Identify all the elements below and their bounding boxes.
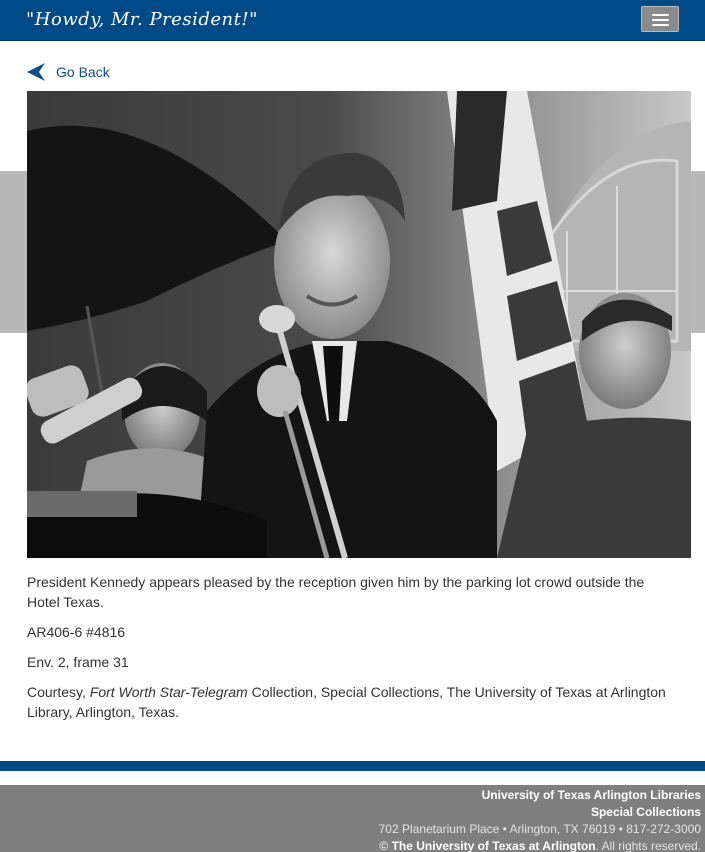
site-title[interactable]: "Howdy, Mr. President!" xyxy=(26,9,258,30)
hamburger-menu-icon-bar-2 xyxy=(652,19,669,21)
courtesy-collection-name: Fort Worth Star-Telegram xyxy=(89,684,248,700)
envelope-frame: Env. 2, frame 31 xyxy=(27,654,129,670)
footer-department: Special Collections xyxy=(590,805,701,819)
courtesy-prefix: Courtesy, xyxy=(27,684,90,700)
photo-caption: President Kennedy appears pleased by the… xyxy=(27,572,677,732)
go-back-link[interactable]: Go Back xyxy=(27,62,110,82)
footer-divider xyxy=(0,761,705,771)
hamburger-menu-button[interactable] xyxy=(641,6,679,32)
go-back-label: Go Back xyxy=(56,64,110,80)
footer-rights: . All rights reserved. xyxy=(595,839,701,852)
slider-edge-left xyxy=(0,171,28,333)
footer-copyright: © The University of Texas at Arlington. … xyxy=(0,838,701,852)
courtesy-credit: Courtesy, Fort Worth Star-Telegram Colle… xyxy=(27,682,677,722)
footer-library-name: University of Texas Arlington Libraries xyxy=(481,788,701,802)
back-arrow-icon xyxy=(27,63,45,81)
slider-edge-right xyxy=(690,171,705,333)
site-footer: University of Texas Arlington Libraries … xyxy=(0,785,705,852)
top-navbar: "Howdy, Mr. President!" xyxy=(0,0,705,41)
kennedy-photograph xyxy=(27,91,691,558)
caption-description: President Kennedy appears pleased by the… xyxy=(27,574,645,610)
footer-address: 702 Planetarium Place • Arlington, TX 76… xyxy=(378,822,701,836)
university-link[interactable]: The University of Texas at Arlington xyxy=(392,839,596,852)
copyright-symbol: © xyxy=(379,839,392,852)
archive-number: AR406-6 #4816 xyxy=(27,624,126,640)
hamburger-menu-icon-bar-3 xyxy=(652,24,669,26)
hamburger-menu-icon xyxy=(652,14,669,16)
